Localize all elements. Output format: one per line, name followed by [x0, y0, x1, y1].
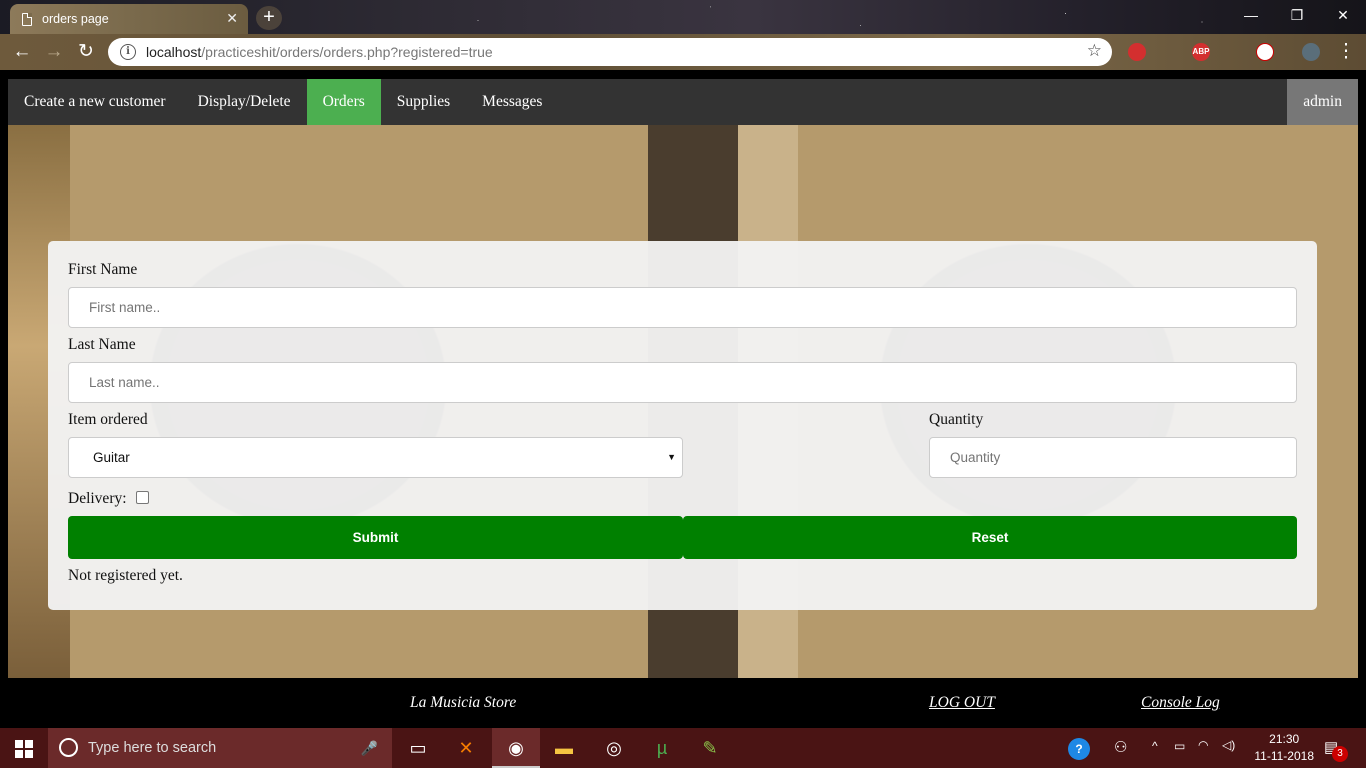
xampp-icon[interactable]: ✕	[442, 728, 490, 768]
microphone-icon[interactable]: 🎤	[361, 728, 378, 768]
browser-toolbar: ← → ↻ i localhost /practiceshit/orders/o…	[0, 34, 1366, 70]
nav-supplies[interactable]: Supplies	[381, 79, 466, 125]
volume-icon[interactable]: ◁)	[1222, 738, 1235, 752]
item-selected-value: Guitar	[93, 450, 130, 465]
item-ordered-select[interactable]: Guitar ▼	[68, 437, 683, 478]
task-view-icon[interactable]: ▭	[394, 728, 442, 768]
top-navbar: Create a new customer Display/Delete Ord…	[8, 79, 1358, 125]
cortana-icon	[59, 738, 78, 757]
last-name-label: Last Name	[68, 336, 136, 353]
media-player-icon[interactable]: ◎	[590, 728, 638, 768]
notification-count-badge: 3	[1332, 746, 1348, 762]
browser-tab[interactable]: orders page ✕	[10, 4, 248, 34]
windows-taskbar: Type here to search 🎤 ▭ ✕ ◉ ▬ ◎ µ ✎ ? ⚇ …	[0, 728, 1366, 768]
url-path: /practiceshit/orders/orders.php?register…	[201, 44, 493, 60]
profile-avatar[interactable]	[1302, 43, 1320, 61]
window-controls: — ❐ ✕	[1228, 0, 1366, 30]
help-icon[interactable]: ?	[1068, 738, 1090, 760]
quantity-input[interactable]: Quantity	[929, 437, 1297, 478]
bookmark-star-icon[interactable]: ☆	[1087, 41, 1102, 61]
nav-messages[interactable]: Messages	[466, 79, 558, 125]
close-tab-icon[interactable]: ✕	[226, 10, 238, 27]
delivery-label: Delivery:	[68, 490, 127, 507]
clock-date: 11-11-2018	[1254, 749, 1314, 763]
delivery-checkbox[interactable]	[136, 491, 149, 504]
reset-button[interactable]: Reset	[683, 516, 1297, 559]
extension-shield-icon[interactable]	[1128, 43, 1146, 61]
console-log-link[interactable]: Console Log	[1141, 694, 1220, 712]
address-bar[interactable]: i localhost /practiceshit/orders/orders.…	[108, 38, 1112, 66]
new-tab-button[interactable]: +	[256, 6, 282, 30]
order-form: First Name First name.. Last Name Last n…	[48, 241, 1317, 610]
browser-tab-strip: orders page ✕ + — ❐ ✕	[0, 0, 1366, 34]
extension-face-icon[interactable]	[1256, 43, 1274, 61]
last-name-input[interactable]: Last name..	[68, 362, 1297, 403]
submit-button[interactable]: Submit	[68, 516, 683, 559]
taskbar-search[interactable]: Type here to search 🎤	[48, 728, 392, 768]
forward-arrow-icon[interactable]: →	[42, 40, 66, 64]
page-footer: La Musicia Store LOG OUT Console Log	[0, 678, 1366, 728]
quantity-label: Quantity	[929, 411, 984, 428]
info-icon[interactable]: i	[120, 44, 136, 60]
menu-dots-icon[interactable]: ⋮	[1334, 40, 1358, 64]
logout-link[interactable]: LOG OUT	[929, 694, 995, 712]
store-name: La Musicia Store	[410, 694, 517, 711]
utorrent-icon[interactable]: µ	[638, 728, 686, 768]
chrome-icon[interactable]: ◉	[492, 728, 540, 768]
registration-status: Not registered yet.	[68, 567, 183, 584]
adblock-icon[interactable]: ABP	[1192, 43, 1210, 61]
wifi-icon[interactable]: ◠	[1198, 738, 1208, 752]
system-clock[interactable]: 21:30 11-11-2018	[1254, 731, 1314, 765]
nav-create-customer[interactable]: Create a new customer	[8, 79, 182, 125]
file-explorer-icon[interactable]: ▬	[540, 728, 588, 768]
notepad-icon[interactable]: ✎	[686, 728, 734, 768]
first-name-label: First Name	[68, 261, 138, 278]
tab-title: orders page	[42, 12, 109, 26]
chevron-up-icon[interactable]: ^	[1152, 739, 1158, 753]
windows-start-icon[interactable]	[0, 728, 48, 768]
restore-icon[interactable]: ❐	[1274, 0, 1320, 30]
url-host: localhost	[146, 44, 202, 60]
clock-time: 21:30	[1269, 732, 1300, 746]
item-ordered-label: Item ordered	[68, 411, 148, 428]
nav-orders[interactable]: Orders	[306, 79, 381, 125]
close-window-icon[interactable]: ✕	[1320, 0, 1366, 30]
nav-admin[interactable]: admin	[1287, 79, 1358, 125]
minimize-icon[interactable]: —	[1228, 0, 1274, 30]
document-icon	[22, 12, 32, 26]
people-icon[interactable]: ⚇	[1114, 738, 1127, 756]
taskbar-search-placeholder: Type here to search	[88, 740, 217, 756]
dropdown-caret-icon: ▼	[667, 452, 676, 462]
reload-icon[interactable]: ↻	[74, 40, 98, 64]
back-arrow-icon[interactable]: ←	[10, 40, 34, 64]
battery-icon[interactable]: ▭	[1174, 739, 1185, 753]
nav-display-delete[interactable]: Display/Delete	[182, 79, 307, 125]
page-viewport: Create a new customer Display/Delete Ord…	[8, 79, 1358, 678]
first-name-input[interactable]: First name..	[68, 287, 1297, 328]
